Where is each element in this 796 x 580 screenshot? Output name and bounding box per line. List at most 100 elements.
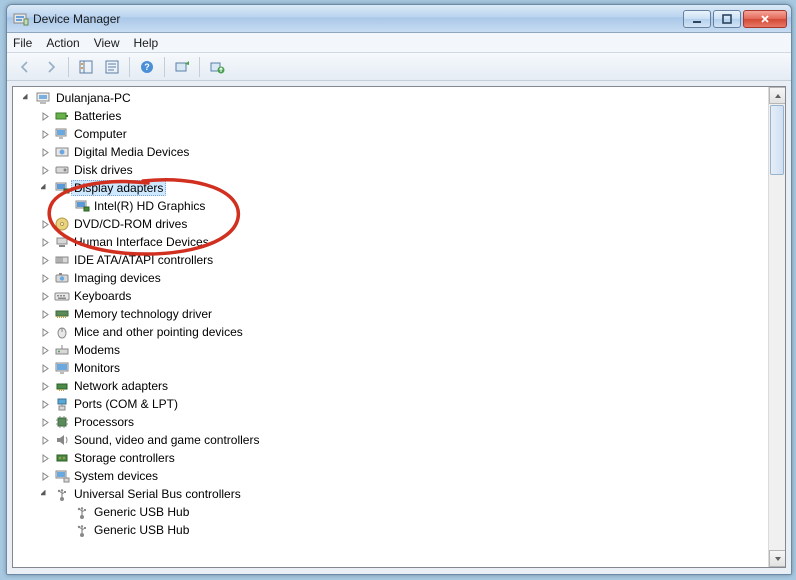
node-label: Keyboards — [74, 289, 131, 303]
tree-item[interactable]: Computer — [19, 125, 768, 143]
expander-icon[interactable] — [39, 254, 51, 266]
media-icon — [54, 144, 70, 160]
node-label: Network adapters — [74, 379, 168, 393]
keyboard-icon — [54, 288, 70, 304]
sound-icon — [54, 432, 70, 448]
tree-item[interactable]: Mice and other pointing devices — [19, 323, 768, 341]
device-tree[interactable]: Dulanjana-PC Batteries Computer Digital … — [13, 87, 768, 567]
tree-item-intel-hd[interactable]: Intel(R) HD Graphics — [19, 197, 768, 215]
network-icon — [54, 378, 70, 394]
menu-file[interactable]: File — [13, 36, 32, 50]
menubar: File Action View Help — [7, 33, 791, 53]
help-button[interactable]: ? — [135, 56, 159, 78]
minimize-button[interactable] — [683, 10, 711, 28]
tree-item[interactable]: IDE ATA/ATAPI controllers — [19, 251, 768, 269]
update-driver-button[interactable] — [205, 56, 229, 78]
tree-root[interactable]: Dulanjana-PC — [19, 89, 768, 107]
vertical-scrollbar[interactable] — [768, 87, 785, 567]
menu-help[interactable]: Help — [134, 36, 159, 50]
tree-item[interactable]: Sound, video and game controllers — [19, 431, 768, 449]
scroll-up-button[interactable] — [769, 87, 786, 104]
node-label: Universal Serial Bus controllers — [74, 487, 241, 501]
forward-button — [39, 56, 63, 78]
tree-item[interactable]: Keyboards — [19, 287, 768, 305]
toolbar-separator — [68, 57, 69, 77]
node-label: Processors — [74, 415, 134, 429]
node-label: Memory technology driver — [74, 307, 212, 321]
expander-icon[interactable] — [39, 398, 51, 410]
usb-icon — [54, 486, 70, 502]
expander-icon[interactable] — [39, 488, 51, 500]
node-label: Generic USB Hub — [94, 505, 189, 519]
usb-icon — [74, 504, 90, 520]
display-adapter-icon — [74, 198, 90, 214]
system-icon — [54, 468, 70, 484]
monitor-icon — [54, 360, 70, 376]
dvd-icon — [54, 216, 70, 232]
expander-icon[interactable] — [39, 326, 51, 338]
tree-item-display-adapters[interactable]: Display adapters — [19, 179, 768, 197]
toolbar-separator — [199, 57, 200, 77]
scroll-down-button[interactable] — [769, 550, 786, 567]
expander-icon[interactable] — [39, 146, 51, 158]
tree-item[interactable]: Modems — [19, 341, 768, 359]
node-label: IDE ATA/ATAPI controllers — [74, 253, 213, 267]
expander-icon[interactable] — [39, 272, 51, 284]
expander-icon[interactable] — [39, 470, 51, 482]
tree-item[interactable]: Generic USB Hub — [19, 521, 768, 539]
titlebar[interactable]: Device Manager — [7, 5, 791, 33]
window-title: Device Manager — [33, 12, 683, 26]
tree-item[interactable]: Monitors — [19, 359, 768, 377]
content-area: Dulanjana-PC Batteries Computer Digital … — [7, 81, 791, 574]
tree-item[interactable]: Storage controllers — [19, 449, 768, 467]
node-label: System devices — [74, 469, 158, 483]
tree-item-usb[interactable]: Universal Serial Bus controllers — [19, 485, 768, 503]
expander-icon[interactable] — [39, 128, 51, 140]
properties-button[interactable] — [100, 56, 124, 78]
scan-hardware-button[interactable] — [170, 56, 194, 78]
node-label: Disk drives — [74, 163, 133, 177]
expander-icon[interactable] — [39, 380, 51, 392]
expander-icon[interactable] — [21, 92, 33, 104]
tree-item[interactable]: Processors — [19, 413, 768, 431]
tree-item[interactable]: Disk drives — [19, 161, 768, 179]
tree-item[interactable]: Generic USB Hub — [19, 503, 768, 521]
tree-item[interactable]: Network adapters — [19, 377, 768, 395]
tree-item[interactable]: Memory technology driver — [19, 305, 768, 323]
tree-item[interactable]: Human Interface Devices — [19, 233, 768, 251]
expander-icon[interactable] — [39, 344, 51, 356]
toolbar-separator — [129, 57, 130, 77]
menu-action[interactable]: Action — [46, 36, 79, 50]
expander-icon[interactable] — [39, 434, 51, 446]
scroll-thumb[interactable] — [770, 105, 784, 175]
show-hide-tree-button[interactable] — [74, 56, 98, 78]
expander-icon[interactable] — [39, 416, 51, 428]
expander-icon[interactable] — [39, 182, 51, 194]
tree-item[interactable]: System devices — [19, 467, 768, 485]
expander-icon[interactable] — [39, 218, 51, 230]
expander-icon[interactable] — [39, 362, 51, 374]
close-button[interactable] — [743, 10, 787, 28]
expander-icon[interactable] — [39, 290, 51, 302]
node-label: Ports (COM & LPT) — [74, 397, 178, 411]
maximize-button[interactable] — [713, 10, 741, 28]
expander-icon[interactable] — [39, 164, 51, 176]
expander-icon[interactable] — [39, 110, 51, 122]
node-label: Sound, video and game controllers — [74, 433, 259, 447]
node-label: DVD/CD-ROM drives — [74, 217, 187, 231]
node-label: Generic USB Hub — [94, 523, 189, 537]
expander-icon[interactable] — [39, 308, 51, 320]
memory-icon — [54, 306, 70, 322]
tree-item[interactable]: Ports (COM & LPT) — [19, 395, 768, 413]
expander-icon[interactable] — [39, 452, 51, 464]
expander-icon[interactable] — [39, 236, 51, 248]
tree-item[interactable]: Imaging devices — [19, 269, 768, 287]
usb-icon — [74, 522, 90, 538]
disk-icon — [54, 162, 70, 178]
tree-item[interactable]: Batteries — [19, 107, 768, 125]
back-button — [13, 56, 37, 78]
menu-view[interactable]: View — [94, 36, 120, 50]
tree-item[interactable]: DVD/CD-ROM drives — [19, 215, 768, 233]
node-label: Human Interface Devices — [74, 235, 209, 249]
tree-item[interactable]: Digital Media Devices — [19, 143, 768, 161]
